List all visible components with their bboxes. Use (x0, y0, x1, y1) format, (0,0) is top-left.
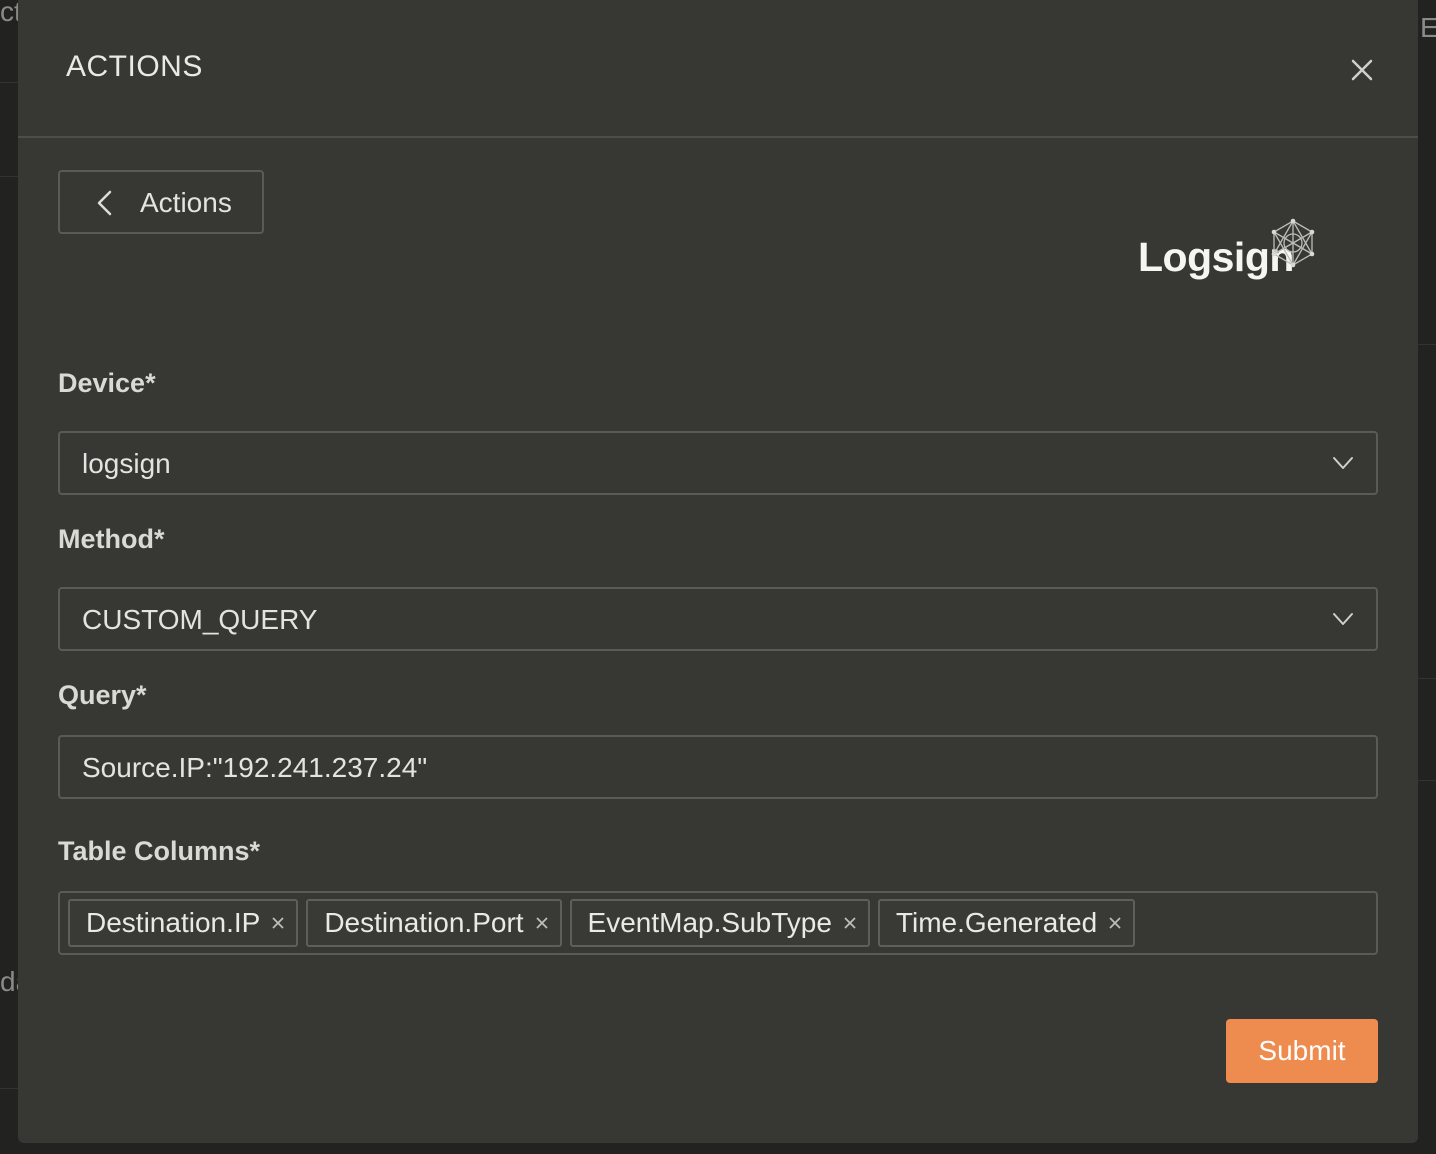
background-divider (1418, 344, 1436, 345)
column-tag-label: EventMap.SubType (587, 907, 832, 938)
method-label: Method* (58, 524, 165, 554)
remove-tag-icon[interactable] (1107, 915, 1123, 931)
query-input-value: Source.IP:"192.241.237.24" (82, 752, 428, 783)
modal-title: ACTIONS (66, 50, 203, 83)
table-columns-label: Table Columns* (58, 836, 261, 866)
device-select[interactable]: logsign (58, 431, 1378, 495)
tag-list: Destination.IP Destination.Port EventMap… (68, 899, 1136, 947)
column-tag-label: Time.Generated (895, 907, 1098, 938)
background-divider (0, 176, 18, 177)
close-icon (1351, 59, 1373, 81)
device-select-value: logsign (82, 448, 171, 479)
actions-modal: ACTIONS Actions Logsign Device* logsign … (18, 0, 1418, 1143)
query-label: Query* (58, 680, 147, 710)
background-divider (0, 82, 18, 83)
modal-header: ACTIONS (18, 0, 1418, 138)
column-tag-label: Destination.Port (324, 907, 524, 938)
remove-tag-icon[interactable] (534, 915, 550, 931)
remove-tag-icon[interactable] (842, 915, 858, 931)
back-button-label: Actions (140, 187, 232, 218)
device-label: Device* (58, 368, 156, 398)
query-input[interactable]: Source.IP:"192.241.237.24" (58, 735, 1378, 799)
table-columns-multiselect[interactable]: Destination.IP Destination.Port EventMap… (58, 891, 1378, 955)
column-tag-label: Destination.IP (86, 907, 261, 938)
remove-tag-icon[interactable] (270, 915, 286, 931)
background-divider (1418, 780, 1436, 781)
close-button[interactable] (1348, 56, 1376, 84)
column-tag: Destination.Port (306, 899, 562, 947)
back-to-actions-button[interactable]: Actions (58, 170, 264, 234)
background-text-fragment: E (1420, 12, 1436, 43)
submit-button[interactable]: Submit (1226, 1019, 1378, 1083)
chevron-down-icon (1333, 457, 1353, 469)
background-divider (0, 1088, 18, 1089)
column-tag: Time.Generated (877, 899, 1136, 947)
column-tag: Destination.IP (68, 899, 299, 947)
background-divider (1418, 678, 1436, 679)
chevron-left-icon (97, 190, 112, 216)
network-globe-icon (1271, 218, 1315, 268)
method-select[interactable]: CUSTOM_QUERY (58, 587, 1378, 651)
logsign-logo: Logsign (1138, 218, 1318, 288)
method-select-value: CUSTOM_QUERY (82, 604, 318, 635)
chevron-down-icon (1333, 613, 1353, 625)
column-tag: EventMap.SubType (569, 899, 870, 947)
